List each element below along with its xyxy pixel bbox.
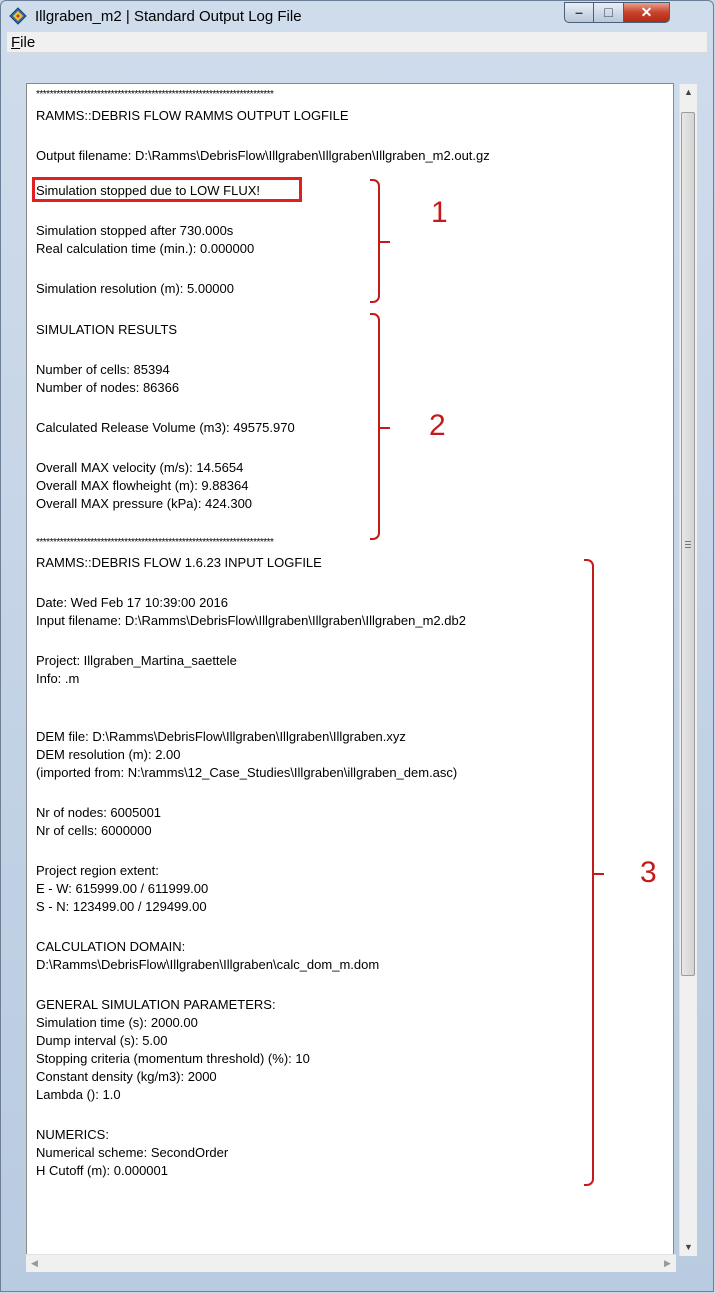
- maximize-icon: □: [604, 4, 613, 20]
- stopped-after: Simulation stopped after 730.000s: [36, 223, 234, 238]
- close-button[interactable]: ✕: [624, 2, 670, 23]
- constant-density: Constant density (kg/m3): 2000: [36, 1069, 217, 1084]
- annotation-1: 1: [431, 196, 448, 229]
- bracket-tick: [592, 872, 604, 875]
- region-header: Project region extent:: [36, 863, 159, 878]
- log-viewport: ****************************************…: [27, 84, 677, 1256]
- nr-of-cells: Nr of cells: 6000000: [36, 823, 152, 838]
- grip-line: [685, 544, 691, 545]
- close-icon: ✕: [640, 4, 653, 20]
- number-of-cells: Number of cells: 85394: [36, 362, 170, 377]
- numerical-scheme: Numerical scheme: SecondOrder: [36, 1145, 229, 1160]
- output-header: RAMMS::DEBRIS FLOW RAMMS OUTPUT LOGFILE: [36, 108, 349, 123]
- maximize-button[interactable]: □: [594, 2, 624, 23]
- dem-file: DEM file: D:\Ramms\DebrisFlow\Illgraben\…: [36, 729, 406, 744]
- dem-imported: (imported from: N:\ramms\12_Case_Studies…: [36, 765, 458, 780]
- menu-file[interactable]: File: [11, 34, 35, 51]
- stopped-reason: Simulation stopped due to LOW FLUX!: [36, 183, 261, 198]
- input-header: RAMMS::DEBRIS FLOW 1.6.23 INPUT LOGFILE: [36, 555, 322, 570]
- vertical-scrollbar[interactable]: ▲ ▼: [679, 84, 697, 1256]
- scroll-down-arrow-icon[interactable]: ▼: [680, 1239, 697, 1256]
- log-text-area[interactable]: ****************************************…: [26, 83, 697, 1270]
- menu-bar: File: [7, 32, 707, 53]
- extent-ew: E - W: 615999.00 / 611999.00: [36, 881, 209, 896]
- max-velocity: Overall MAX velocity (m/s): 14.5654: [36, 460, 244, 475]
- annotation-3: 3: [640, 856, 657, 889]
- scroll-left-arrow-icon[interactable]: ◀: [26, 1255, 43, 1272]
- number-of-nodes: Number of nodes: 86366: [36, 380, 180, 395]
- minimize-button[interactable]: –: [564, 2, 594, 23]
- bracket-tick: [378, 426, 390, 429]
- scroll-up-arrow-icon[interactable]: ▲: [680, 84, 697, 101]
- bracket-tick: [378, 241, 390, 243]
- results-header: SIMULATION RESULTS: [36, 322, 178, 337]
- nr-of-nodes: Nr of nodes: 6005001: [36, 805, 162, 820]
- project-name: Project: Illgraben_Martina_saettele: [36, 653, 237, 668]
- minimize-icon: –: [575, 4, 583, 20]
- dump-interval: Dump interval (s): 5.00: [36, 1033, 168, 1048]
- scroll-right-arrow-icon[interactable]: ▶: [659, 1255, 676, 1272]
- project-info: Info: .m: [36, 671, 80, 686]
- release-volume: Calculated Release Volume (m3): 49575.97…: [36, 420, 295, 435]
- menu-file-label: ile: [20, 34, 36, 51]
- dem-resolution: DEM resolution (m): 2.00: [36, 747, 181, 762]
- output-filename: Output filename: D:\Ramms\DebrisFlow\Ill…: [36, 148, 490, 163]
- max-pressure: Overall MAX pressure (kPa): 424.300: [36, 496, 253, 511]
- real-calc-time: Real calculation time (min.): 0.000000: [36, 241, 255, 256]
- numerics-header: NUMERICS:: [36, 1127, 109, 1142]
- simulation-resolution: Simulation resolution (m): 5.00000: [36, 281, 234, 296]
- h-cutoff: H Cutoff (m): 0.000001: [36, 1163, 168, 1178]
- ramms-app-icon: [9, 7, 27, 25]
- lambda: Lambda (): 1.0: [36, 1087, 121, 1102]
- calc-domain-header: CALCULATION DOMAIN:: [36, 939, 186, 954]
- stopping-criteria: Stopping criteria (momentum threshold) (…: [36, 1051, 310, 1066]
- bracket-section-2: [370, 313, 390, 540]
- extent-sn: S - N: 123499.00 / 129499.00: [36, 899, 207, 914]
- separator-line: ****************************************…: [36, 89, 274, 100]
- calc-domain-path: D:\Ramms\DebrisFlow\Illgraben\Illgraben\…: [36, 957, 380, 972]
- menu-file-accelerator: F: [11, 34, 21, 51]
- grip-line: [685, 547, 691, 548]
- bracket-section-3: [584, 559, 604, 1186]
- title-bar[interactable]: Illgraben_m2 | Standard Output Log File …: [1, 1, 713, 32]
- simulation-time: Simulation time (s): 2000.00: [36, 1015, 198, 1030]
- bracket-section-1: [370, 179, 390, 303]
- annotation-2: 2: [429, 409, 446, 442]
- grip-line: [685, 541, 691, 542]
- separator-line: ****************************************…: [36, 537, 274, 548]
- vertical-scroll-thumb[interactable]: [681, 112, 695, 976]
- log-date: Date: Wed Feb 17 10:39:00 2016: [36, 595, 229, 610]
- general-params-header: GENERAL SIMULATION PARAMETERS:: [36, 997, 276, 1012]
- window-title: Illgraben_m2 | Standard Output Log File: [35, 8, 302, 25]
- input-filename: Input filename: D:\Ramms\DebrisFlow\Illg…: [36, 613, 466, 628]
- max-flowheight: Overall MAX flowheight (m): 9.88364: [36, 478, 249, 493]
- horizontal-scrollbar[interactable]: ◀ ▶: [26, 1254, 676, 1272]
